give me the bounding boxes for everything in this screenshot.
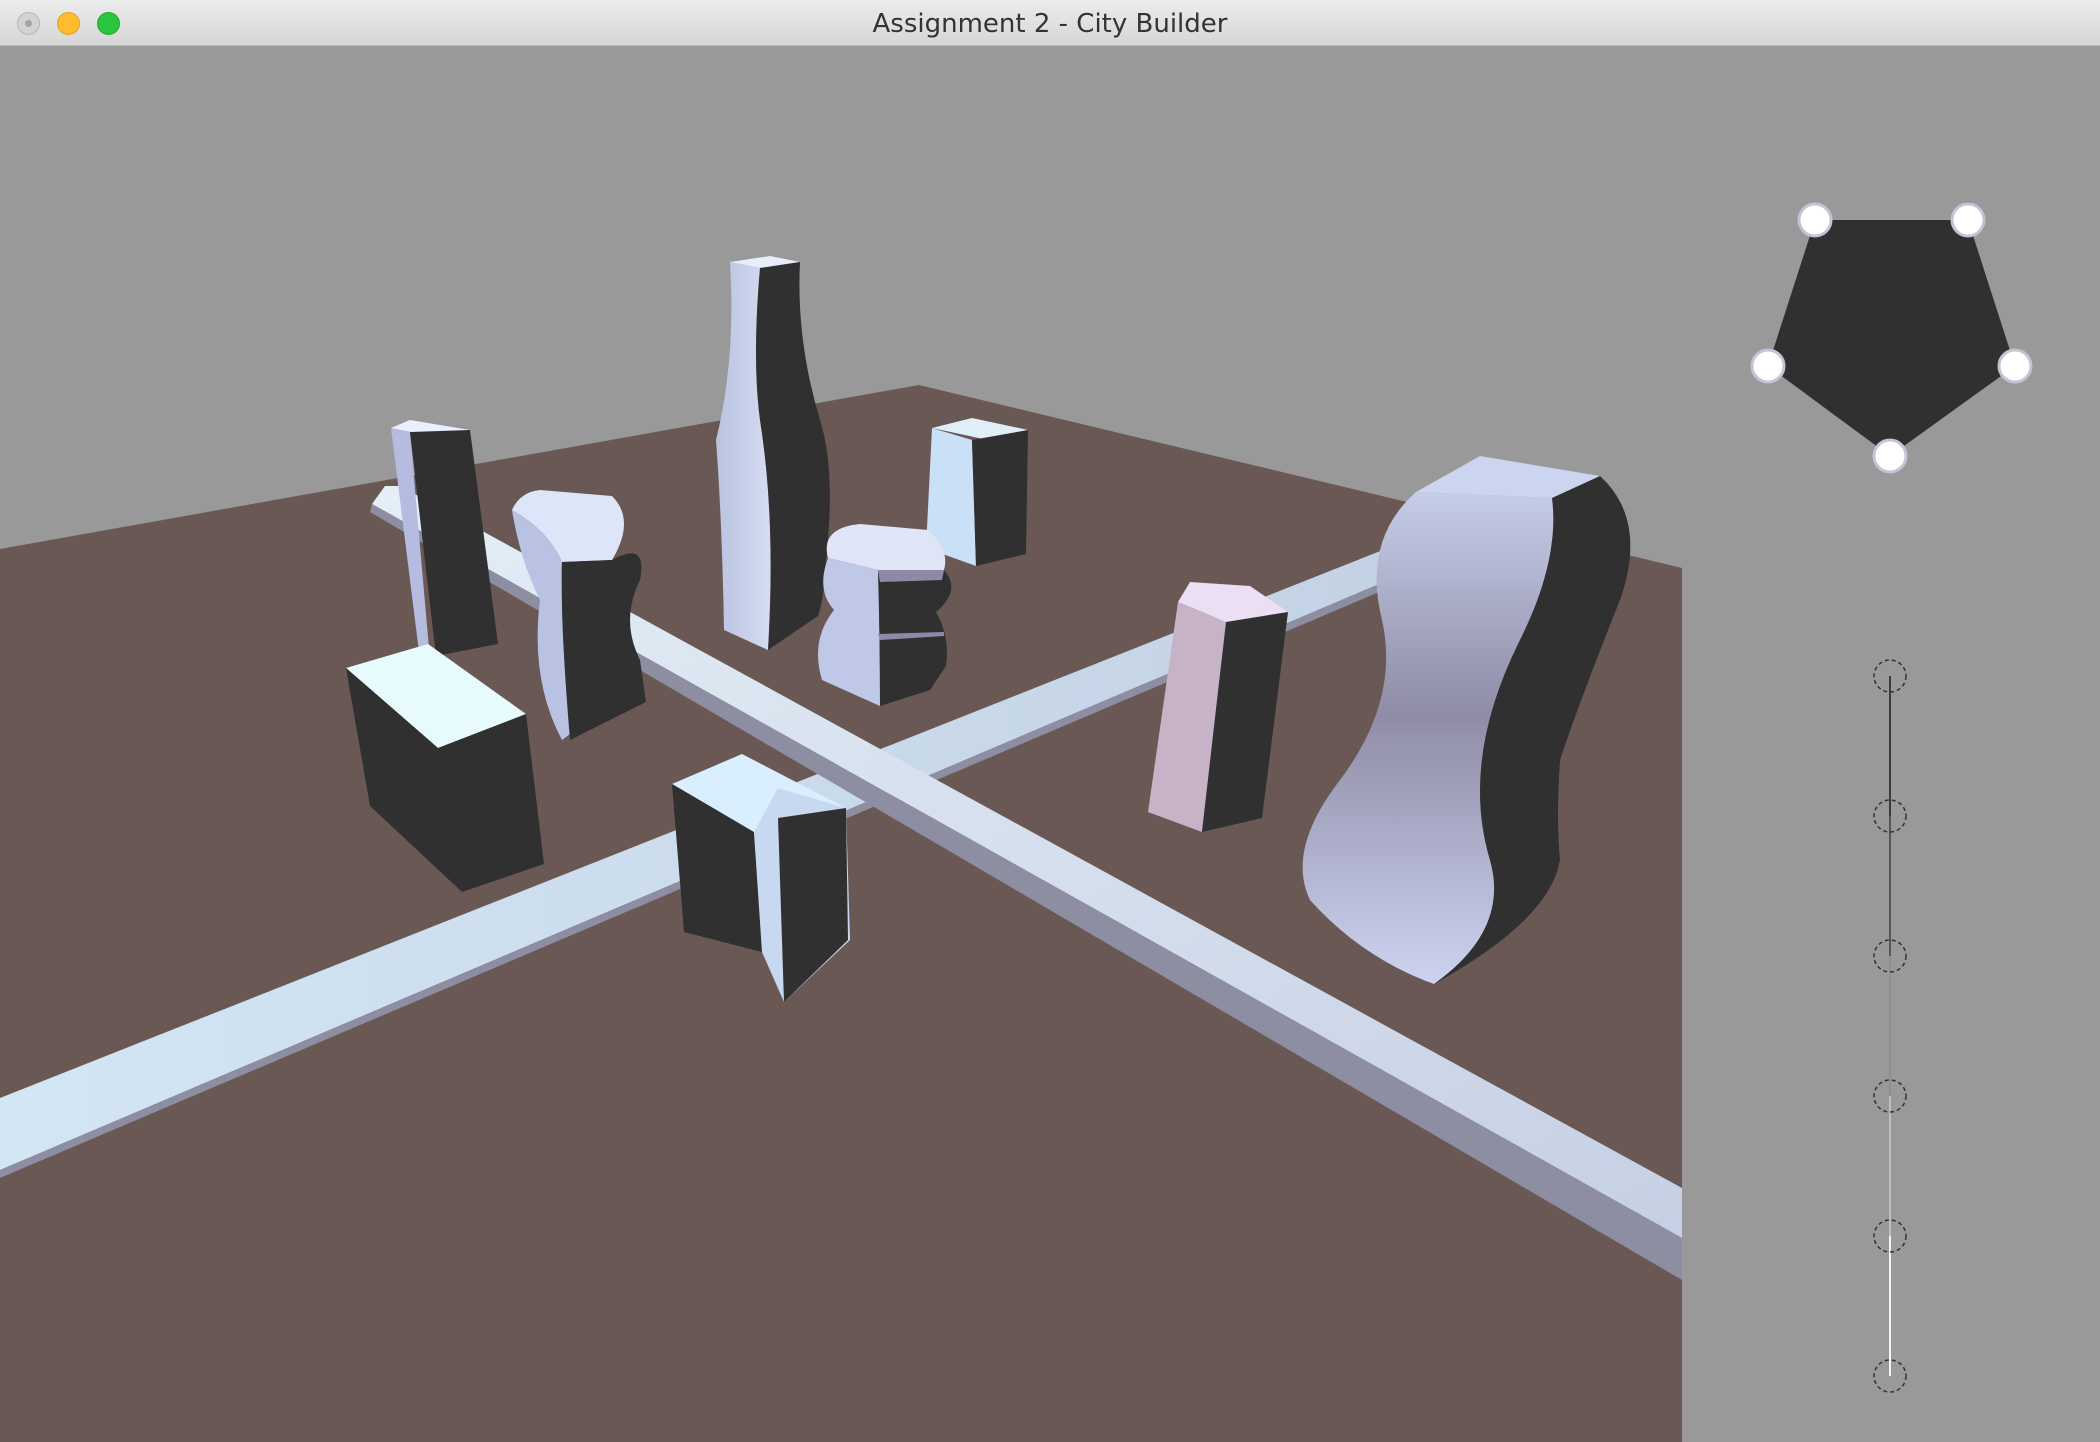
footprint-pentagon xyxy=(1768,220,2015,456)
building-small-back[interactable] xyxy=(926,418,1028,566)
height-profile-editor[interactable] xyxy=(1873,659,1907,1393)
footprint-vertex-handle[interactable] xyxy=(1750,348,1786,384)
footprint-editor[interactable] xyxy=(1750,202,2033,474)
window-title: Assignment 2 - City Builder xyxy=(872,9,1228,39)
building-tower-center[interactable] xyxy=(716,256,830,650)
footprint-vertex-handle[interactable] xyxy=(1997,348,2033,384)
editor-panel xyxy=(1682,46,2100,1442)
building-pawn[interactable] xyxy=(818,524,952,706)
app-window: Assignment 2 - City Builder xyxy=(0,0,2100,1442)
city-viewport[interactable] xyxy=(0,46,1682,1442)
footprint-vertex-handle[interactable] xyxy=(1872,438,1908,474)
footprint-vertex-handle[interactable] xyxy=(1797,202,1833,238)
footprint-vertex-handle[interactable] xyxy=(1950,202,1986,238)
title-bar: Assignment 2 - City Builder xyxy=(0,0,2100,46)
